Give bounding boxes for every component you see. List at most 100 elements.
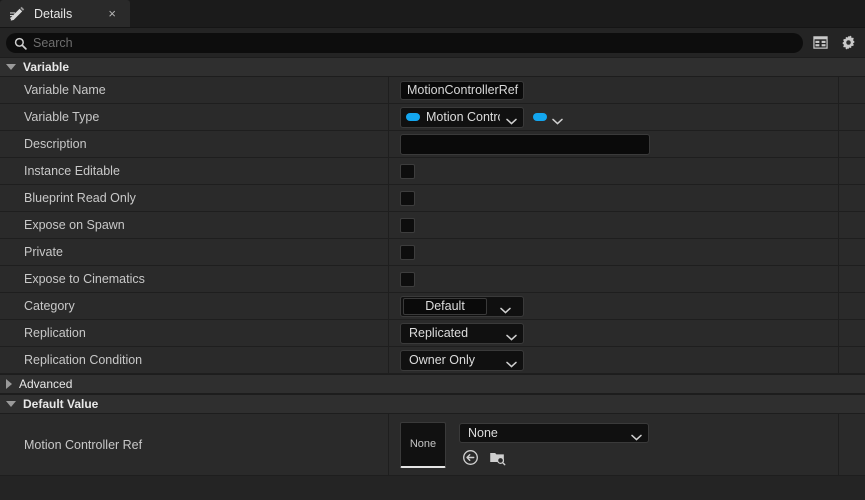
row-value-description — [389, 131, 839, 157]
row-value-replication-condition: Owner Only — [389, 347, 839, 373]
row-label-variable-name: Variable Name — [0, 77, 389, 103]
category-combo[interactable]: Default — [400, 295, 524, 317]
table-row: Category Default — [0, 293, 865, 320]
row-value-motion-controller-ref: None None — [389, 414, 839, 475]
container-pin-icon — [533, 113, 547, 121]
private-checkbox[interactable] — [400, 244, 415, 260]
use-selected-asset-icon[interactable] — [461, 448, 479, 466]
chevron-down-icon — [499, 303, 511, 314]
chevron-down-icon — [506, 357, 517, 368]
row-label-private: Private — [0, 239, 389, 265]
table-row: Expose to Cinematics — [0, 266, 865, 293]
replication-condition-dropdown[interactable]: Owner Only — [400, 349, 524, 371]
row-label-category: Category — [0, 293, 389, 319]
row-value-blueprint-read-only — [389, 185, 839, 211]
asset-thumbnail-label: None — [409, 438, 437, 450]
row-tail — [839, 320, 865, 346]
row-tail — [839, 414, 865, 475]
table-row: Variable Type Motion Contro — [0, 104, 865, 131]
chevron-down-icon — [552, 114, 563, 125]
row-value-category: Default — [389, 293, 839, 319]
asset-picker: None — [459, 423, 649, 466]
gear-icon[interactable] — [837, 32, 859, 54]
table-row: Blueprint Read Only — [0, 185, 865, 212]
blueprint-read-only-checkbox[interactable] — [400, 190, 415, 206]
search-icon — [14, 37, 27, 50]
replication-value: Replicated — [409, 326, 469, 340]
row-tail — [839, 131, 865, 157]
tab-details[interactable]: Details × — [0, 0, 130, 27]
details-panel: Details × Search Variable Variable Name … — [0, 0, 865, 500]
description-input[interactable] — [400, 133, 650, 155]
variable-name-input[interactable]: MotionControllerRef — [400, 80, 524, 100]
row-tail — [839, 212, 865, 238]
replication-dropdown[interactable]: Replicated — [400, 322, 524, 344]
row-value-expose-on-spawn — [389, 212, 839, 238]
replication-condition-value: Owner Only — [409, 353, 475, 367]
expose-on-spawn-checkbox[interactable] — [400, 217, 415, 233]
table-row: Expose on Spawn — [0, 212, 865, 239]
row-value-private — [389, 239, 839, 265]
details-pencil-icon — [10, 6, 26, 22]
table-row: Replication Replicated — [0, 320, 865, 347]
row-tail — [839, 347, 865, 373]
section-title: Default Value — [23, 397, 99, 411]
row-value-variable-name: MotionControllerRef — [389, 77, 839, 103]
row-label-expose-to-cinematics: Expose to Cinematics — [0, 266, 389, 292]
row-label-replication-condition: Replication Condition — [0, 347, 389, 373]
section-header-default-value[interactable]: Default Value — [0, 394, 865, 414]
chevron-down-icon — [6, 64, 16, 70]
row-value-expose-to-cinematics — [389, 266, 839, 292]
category-input[interactable]: Default — [403, 297, 487, 315]
category-dropdown-button[interactable] — [487, 297, 523, 316]
row-tail — [839, 239, 865, 265]
table-row: Instance Editable — [0, 158, 865, 185]
row-tail — [839, 104, 865, 130]
row-value-replication: Replicated — [389, 320, 839, 346]
row-tail — [839, 77, 865, 103]
table-row: Replication Condition Owner Only — [0, 347, 865, 374]
section-header-variable[interactable]: Variable — [0, 57, 865, 77]
chevron-down-icon — [506, 330, 517, 341]
asset-value: None — [468, 426, 498, 440]
table-row: Description — [0, 131, 865, 158]
row-label-instance-editable: Instance Editable — [0, 158, 389, 184]
row-tail — [839, 185, 865, 211]
variable-type-value: Motion Contro — [426, 110, 500, 124]
asset-dropdown[interactable]: None — [459, 423, 649, 443]
close-icon[interactable]: × — [106, 7, 118, 20]
row-label-variable-type: Variable Type — [0, 104, 389, 130]
container-type-dropdown[interactable] — [533, 113, 563, 125]
section-title: Advanced — [19, 377, 73, 391]
object-pin-icon — [406, 113, 420, 121]
columns-grid-icon[interactable] — [809, 32, 831, 54]
table-row: Private — [0, 239, 865, 266]
chevron-down-icon — [631, 430, 642, 441]
table-row: Variable Name MotionControllerRef — [0, 77, 865, 104]
row-tail — [839, 158, 865, 184]
row-tail — [839, 293, 865, 319]
asset-picker-buttons — [459, 448, 649, 466]
chevron-down-icon — [6, 401, 16, 407]
tab-strip: Details × — [0, 0, 865, 28]
row-label-replication: Replication — [0, 320, 389, 346]
expose-to-cinematics-checkbox[interactable] — [400, 271, 415, 287]
table-row: Motion Controller Ref None None — [0, 414, 865, 476]
search-placeholder: Search — [33, 35, 73, 50]
row-label-expose-on-spawn: Expose on Spawn — [0, 212, 389, 238]
browse-asset-icon[interactable] — [488, 448, 506, 466]
section-title: Variable — [23, 60, 70, 74]
section-header-advanced[interactable]: Advanced — [0, 374, 865, 394]
row-tail — [839, 266, 865, 292]
row-label-description: Description — [0, 131, 389, 157]
row-label-motion-controller-ref: Motion Controller Ref — [0, 414, 389, 475]
row-value-variable-type: Motion Contro — [389, 104, 839, 130]
tab-label: Details — [34, 6, 73, 21]
search-input[interactable]: Search — [6, 32, 803, 53]
asset-thumbnail[interactable]: None — [400, 421, 446, 468]
row-value-instance-editable — [389, 158, 839, 184]
instance-editable-checkbox[interactable] — [400, 163, 415, 179]
chevron-down-icon — [506, 114, 517, 125]
chevron-right-icon — [6, 379, 12, 389]
variable-type-dropdown[interactable]: Motion Contro — [400, 106, 524, 128]
